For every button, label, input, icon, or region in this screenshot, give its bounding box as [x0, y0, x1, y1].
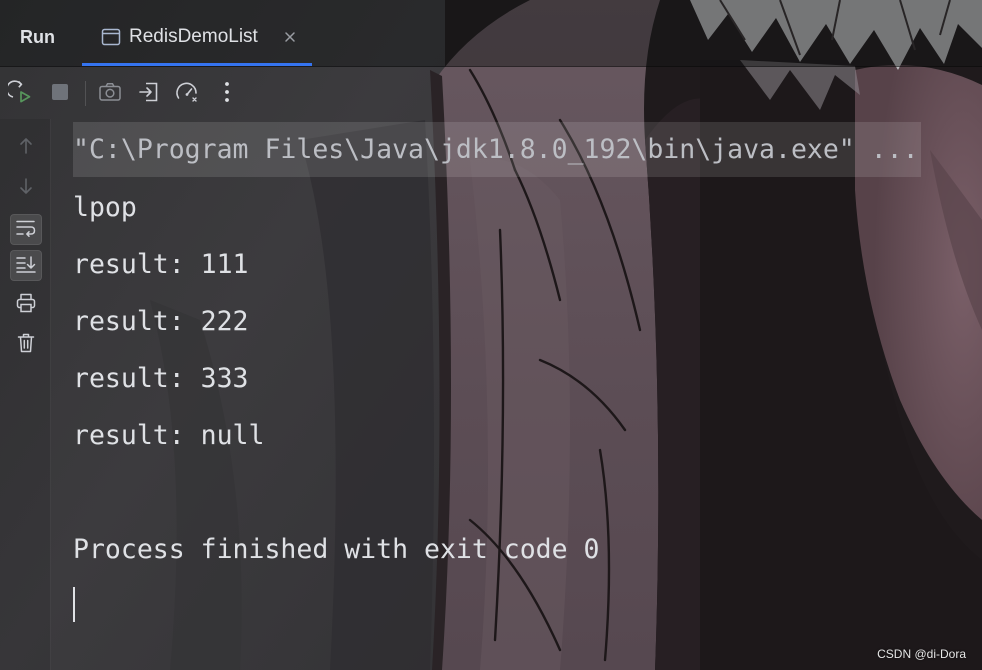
arrow-up-icon — [16, 136, 36, 159]
trash-icon — [16, 332, 36, 357]
print-button[interactable] — [10, 289, 42, 320]
console-line: result: 222 — [73, 306, 249, 337]
console-command-line: "C:\Program Files\Java\jdk1.8.0_192\bin\… — [73, 122, 921, 177]
tab-label: RedisDemoList — [129, 26, 258, 47]
close-icon[interactable] — [283, 30, 297, 44]
next-occurrence-button[interactable] — [10, 172, 42, 203]
rerun-icon — [6, 79, 32, 107]
active-tab-indicator — [82, 63, 312, 66]
console-input-line[interactable] — [73, 578, 953, 635]
tool-window-header: Run RedisDemoList — [0, 0, 982, 67]
console-line: lpop — [73, 192, 137, 223]
console-line: result: 333 — [73, 363, 249, 394]
console-window-icon — [101, 27, 121, 47]
gauge-icon — [175, 80, 201, 107]
toolbar-separator — [85, 81, 86, 106]
console-output[interactable]: "C:\Program Files\Java\jdk1.8.0_192\bin\… — [73, 122, 953, 662]
arrow-down-icon — [16, 176, 36, 199]
run-tool-window: Run RedisDemoList "C:\Program Files\Java… — [0, 0, 982, 670]
print-icon — [15, 292, 37, 317]
console-line: result: 111 — [73, 249, 249, 280]
previous-occurrence-button[interactable] — [10, 132, 42, 163]
exit-icon — [137, 80, 161, 107]
text-cursor — [73, 587, 75, 622]
tool-window-title: Run — [20, 27, 55, 47]
run-toolbar — [0, 67, 982, 119]
console-line: Process finished with exit code 0 — [73, 534, 600, 565]
soft-wrap-icon — [15, 218, 37, 241]
soft-wrap-button[interactable] — [10, 214, 42, 245]
camera-icon — [98, 80, 122, 107]
more-options-button[interactable] — [212, 78, 242, 108]
clear-all-button[interactable] — [10, 329, 42, 360]
rerun-button[interactable] — [5, 78, 35, 108]
stop-icon — [51, 83, 69, 104]
stop-button[interactable] — [45, 78, 75, 108]
profiler-button[interactable] — [173, 78, 203, 108]
scroll-to-end-button[interactable] — [10, 250, 42, 281]
dump-threads-button[interactable] — [95, 78, 125, 108]
tab-redis-demo-list[interactable]: RedisDemoList — [82, 0, 312, 66]
console-side-toolbar — [0, 119, 51, 670]
watermark: CSDN @di-Dora — [877, 647, 966, 661]
more-vertical-icon — [222, 80, 232, 107]
exit-button[interactable] — [134, 78, 164, 108]
scroll-to-end-icon — [15, 254, 37, 277]
console-line: result: null — [73, 420, 265, 451]
